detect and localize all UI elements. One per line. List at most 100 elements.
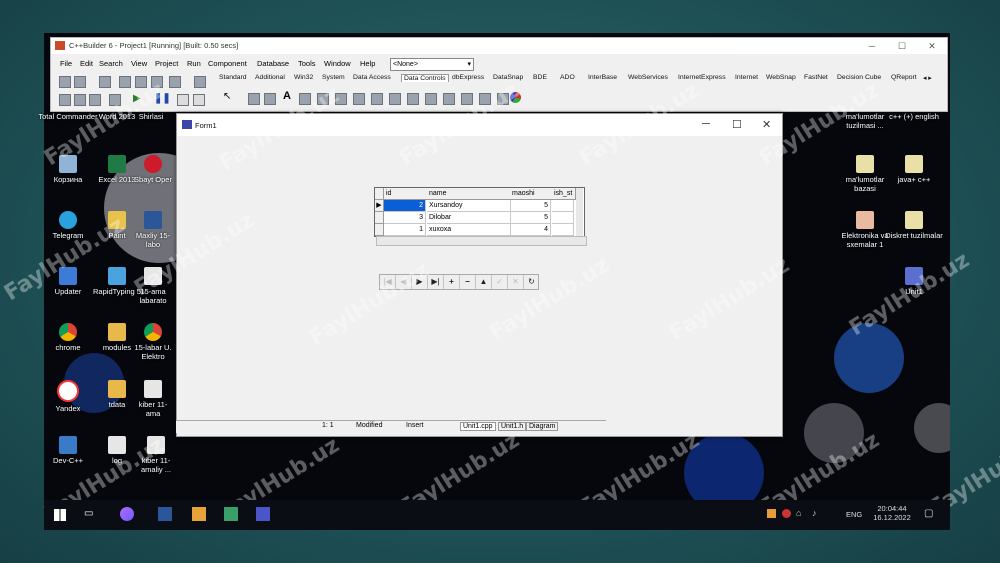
windows-start-icon[interactable] bbox=[54, 509, 66, 521]
palette-tab[interactable]: QReport bbox=[891, 74, 917, 81]
table-cell-maoshi[interactable]: 4 bbox=[510, 224, 551, 236]
desktop-icon-cpp-english[interactable]: c++ (+) english bbox=[884, 112, 944, 121]
dblookuplist-icon[interactable] bbox=[425, 93, 437, 105]
close-button[interactable]: ✕ bbox=[762, 118, 771, 131]
dblookupcombo-icon[interactable] bbox=[443, 93, 455, 105]
dbgrid[interactable]: id name maoshi ish_st ▶ 2 Xursandoy 5 3 … bbox=[374, 187, 585, 237]
dbgrid-icon[interactable] bbox=[248, 93, 260, 105]
save-icon[interactable] bbox=[99, 76, 111, 88]
component-combo[interactable]: <None> ▾ bbox=[390, 58, 474, 71]
palette-tab[interactable]: ADO bbox=[560, 74, 575, 81]
table-cell-maoshi[interactable]: 5 bbox=[510, 212, 551, 224]
desktop-icon-diskret[interactable]: Diskret tuzilmalar bbox=[884, 211, 944, 240]
pointer-icon[interactable]: ↖ bbox=[223, 91, 231, 102]
cbuilder-taskbar-icon[interactable] bbox=[224, 507, 238, 521]
minimize-button[interactable]: ─ bbox=[857, 40, 887, 52]
palette-tab[interactable]: FastNet bbox=[804, 74, 828, 81]
nav-edit-button[interactable]: ▲ bbox=[476, 275, 492, 289]
palette-tab[interactable]: Data Access bbox=[353, 74, 391, 81]
help-icon[interactable] bbox=[194, 76, 206, 88]
remove-file-icon[interactable] bbox=[169, 76, 181, 88]
maximize-button[interactable]: ☐ bbox=[732, 118, 742, 131]
menu-component[interactable]: Component bbox=[208, 59, 247, 68]
palette-tab[interactable]: System bbox=[322, 74, 345, 81]
table-cell-ish-st[interactable] bbox=[552, 200, 574, 212]
palette-tab[interactable]: Win32 bbox=[294, 74, 313, 81]
palette-tab[interactable]: Additional bbox=[255, 74, 285, 81]
tray-icon[interactable] bbox=[782, 509, 791, 518]
desktop-icon-opera[interactable]: Sbayt Oper bbox=[133, 155, 173, 184]
table-cell-id[interactable]: 2 bbox=[384, 200, 426, 212]
horizontal-scrollbar[interactable] bbox=[376, 236, 587, 246]
palette-tab-active[interactable]: Data Controls bbox=[401, 74, 449, 82]
menu-tools[interactable]: Tools bbox=[298, 59, 316, 68]
menu-search[interactable]: Search bbox=[99, 59, 123, 68]
nav-post-button[interactable]: ✓ bbox=[492, 275, 508, 289]
column-header-maoshi[interactable]: maoshi bbox=[510, 188, 553, 200]
word-taskbar-icon[interactable] bbox=[158, 507, 172, 521]
menu-edit[interactable]: Edit bbox=[80, 59, 93, 68]
table-cell-ish-st[interactable] bbox=[552, 212, 574, 224]
view-form-icon[interactable] bbox=[74, 94, 86, 106]
menu-view[interactable]: View bbox=[131, 59, 147, 68]
menu-run[interactable]: Run bbox=[187, 59, 201, 68]
dbradiogroup-icon[interactable] bbox=[407, 93, 419, 105]
builder-taskbar-icon[interactable] bbox=[192, 507, 206, 521]
palette-tab[interactable]: WebServices bbox=[628, 74, 668, 81]
nav-cancel-button[interactable]: ✕ bbox=[508, 275, 524, 289]
table-cell-name[interactable]: xuxoxa bbox=[427, 224, 511, 236]
task-view-icon[interactable]: ▭ bbox=[84, 508, 93, 519]
palette-tab[interactable]: Decision Cube bbox=[837, 74, 881, 81]
palette-tab[interactable]: Standard bbox=[219, 74, 247, 81]
menu-project[interactable]: Project bbox=[155, 59, 178, 68]
palette-tab[interactable]: Internet bbox=[735, 74, 758, 81]
dbnavigator-icon[interactable] bbox=[264, 93, 276, 105]
nav-delete-button[interactable]: − bbox=[460, 275, 476, 289]
dblistbox-icon[interactable] bbox=[353, 93, 365, 105]
menu-help[interactable]: Help bbox=[360, 59, 375, 68]
palette-scroll-arrows[interactable]: ◂ ▸ bbox=[923, 74, 932, 82]
table-cell-name[interactable]: Xursandoy bbox=[427, 200, 511, 212]
maximize-button[interactable]: ☐ bbox=[887, 40, 917, 52]
open-icon[interactable] bbox=[74, 76, 86, 88]
assistant-icon[interactable] bbox=[120, 507, 134, 521]
tray-icon[interactable] bbox=[767, 509, 776, 518]
palette-tab[interactable]: BDE bbox=[533, 74, 547, 81]
table-cell-name[interactable]: Dilobar bbox=[427, 212, 511, 224]
minimize-button[interactable]: ─ bbox=[702, 118, 710, 130]
column-header-ish-st[interactable]: ish_st bbox=[552, 188, 576, 200]
toggle-icon[interactable] bbox=[89, 94, 101, 106]
desktop-icon-kiber[interactable]: kiber 11-ama bbox=[133, 380, 173, 418]
table-cell-ish-st[interactable] bbox=[552, 224, 574, 236]
view-unit-icon[interactable] bbox=[59, 94, 71, 106]
table-cell-id[interactable]: 3 bbox=[384, 212, 426, 224]
clock[interactable]: 20:04:44 16.12.2022 bbox=[872, 504, 912, 522]
step-over-icon[interactable] bbox=[193, 94, 205, 106]
menu-file[interactable]: File bbox=[60, 59, 72, 68]
close-button[interactable]: ✕ bbox=[917, 40, 947, 52]
palette-tab[interactable]: WebSnap bbox=[766, 74, 796, 81]
dbcombobox-icon[interactable] bbox=[371, 93, 383, 105]
desktop-icon-15-labar[interactable]: 15-labar U. Elektro bbox=[133, 323, 173, 361]
dbcheckbox-icon[interactable] bbox=[389, 93, 401, 105]
language-indicator[interactable]: ENG bbox=[846, 510, 862, 519]
new-icon[interactable] bbox=[59, 76, 71, 88]
nav-insert-button[interactable]: + bbox=[444, 275, 460, 289]
column-header-name[interactable]: name bbox=[427, 188, 511, 200]
menu-database[interactable]: Database bbox=[257, 59, 289, 68]
tab-diagram[interactable]: Diagram bbox=[526, 422, 559, 431]
volume-icon[interactable]: ♪ bbox=[812, 508, 817, 518]
table-cell-maoshi[interactable]: 5 bbox=[510, 200, 551, 212]
notifications-icon[interactable]: ▢ bbox=[924, 508, 933, 519]
palette-tab[interactable]: InterBase bbox=[588, 74, 617, 81]
network-icon[interactable]: ⌂ bbox=[796, 508, 801, 518]
tab-unit1-cpp[interactable]: Unit1.cpp bbox=[460, 422, 496, 431]
table-cell-id[interactable]: 1 bbox=[384, 224, 426, 236]
desktop-icon-java-cpp[interactable]: java+ c++ bbox=[884, 155, 944, 184]
column-header-id[interactable]: id bbox=[384, 188, 428, 200]
vertical-scrollbar[interactable] bbox=[576, 188, 583, 236]
desktop-icon-maxliy[interactable]: Maxliy 15-labo bbox=[133, 211, 173, 249]
menu-window[interactable]: Window bbox=[324, 59, 351, 68]
palette-tab[interactable]: dbExpress bbox=[452, 74, 484, 81]
form-taskbar-icon[interactable] bbox=[256, 507, 270, 521]
